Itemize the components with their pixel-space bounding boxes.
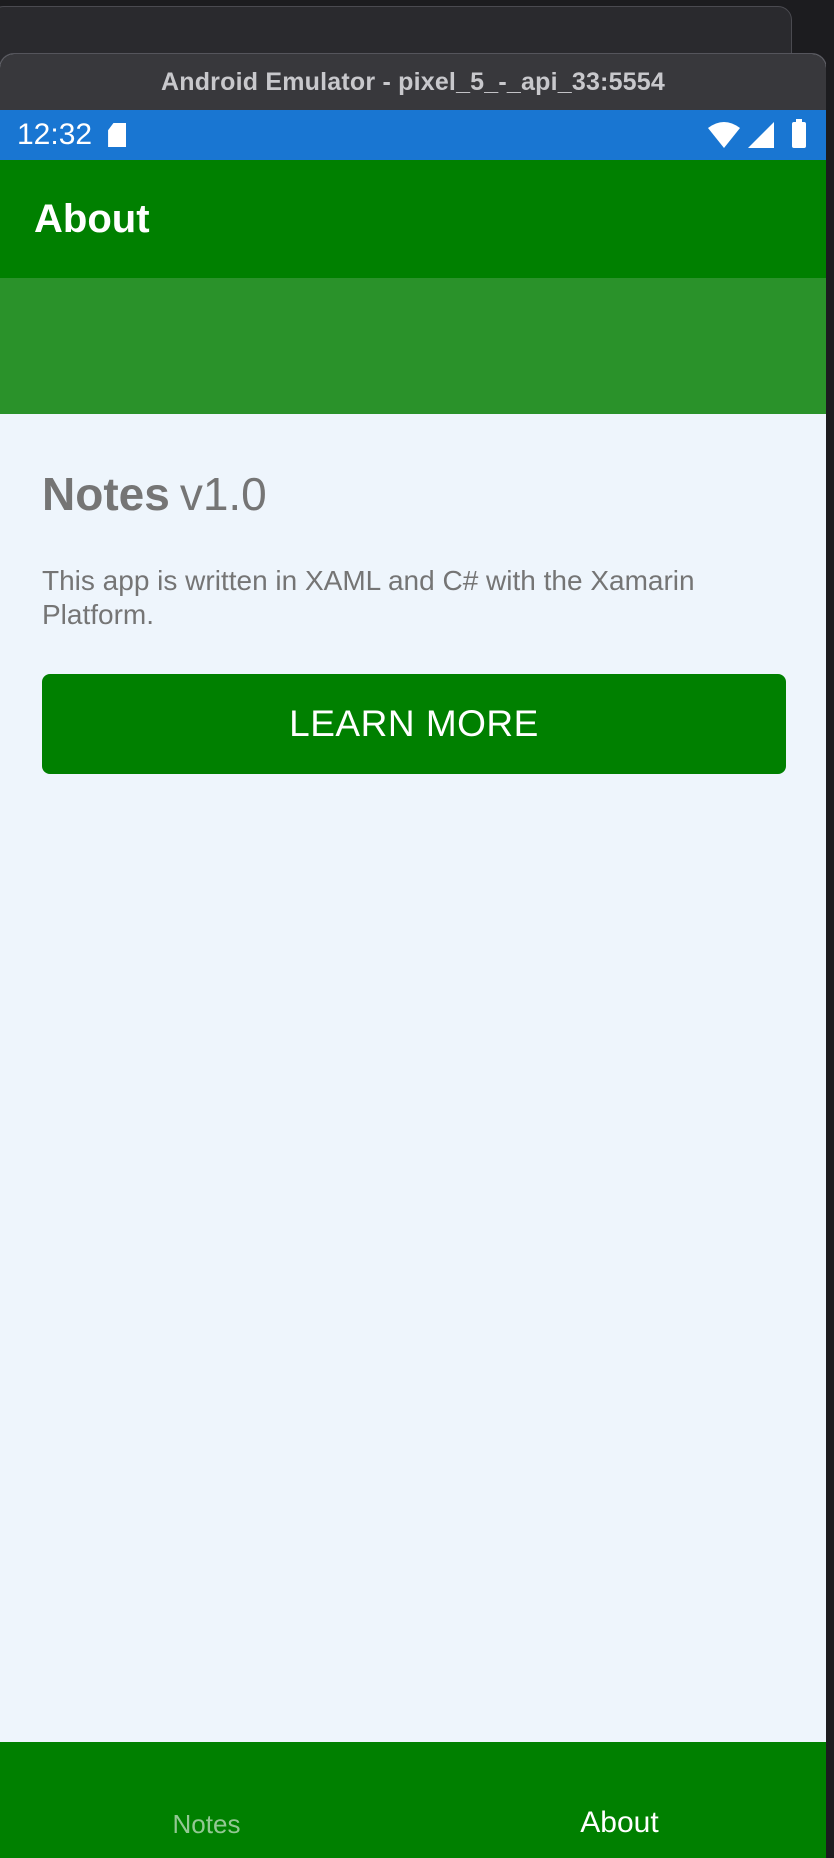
window-titlebar[interactable]: Android Emulator - pixel_5_-_api_33:5554 — [0, 54, 826, 110]
sd-card-icon — [108, 123, 127, 147]
battery-icon — [792, 119, 806, 148]
android-status-bar: 12:32 — [0, 110, 826, 160]
bottom-tab-bar: Notes About — [0, 1742, 826, 1858]
status-time: 12:32 — [17, 118, 93, 151]
cellular-signal-icon — [748, 122, 774, 148]
page-title: About — [34, 196, 150, 241]
tab-about[interactable]: About — [413, 1742, 826, 1858]
tab-notes[interactable]: Notes — [0, 1742, 413, 1858]
app-heading: Notes v1.0 — [42, 466, 784, 522]
tab-notes-label: Notes — [172, 1809, 241, 1839]
app-name: Notes — [42, 468, 170, 520]
tab-about-label: About — [580, 1806, 659, 1839]
about-content: Notes v1.0 This app is written in XAML an… — [0, 414, 826, 774]
emulator-window: Android Emulator - pixel_5_-_api_33:5554… — [0, 54, 826, 1858]
app-bar: About — [0, 160, 826, 278]
wifi-icon — [708, 122, 740, 148]
window-title: Android Emulator - pixel_5_-_api_33:5554 — [160, 67, 665, 96]
app-description: This app is written in XAML and C# with … — [42, 565, 695, 630]
window-edge — [826, 54, 834, 1858]
status-icons — [708, 119, 806, 148]
app-version: v1.0 — [179, 468, 267, 520]
hero-banner — [0, 278, 826, 414]
learn-more-button[interactable]: LEARN MORE — [42, 674, 786, 774]
